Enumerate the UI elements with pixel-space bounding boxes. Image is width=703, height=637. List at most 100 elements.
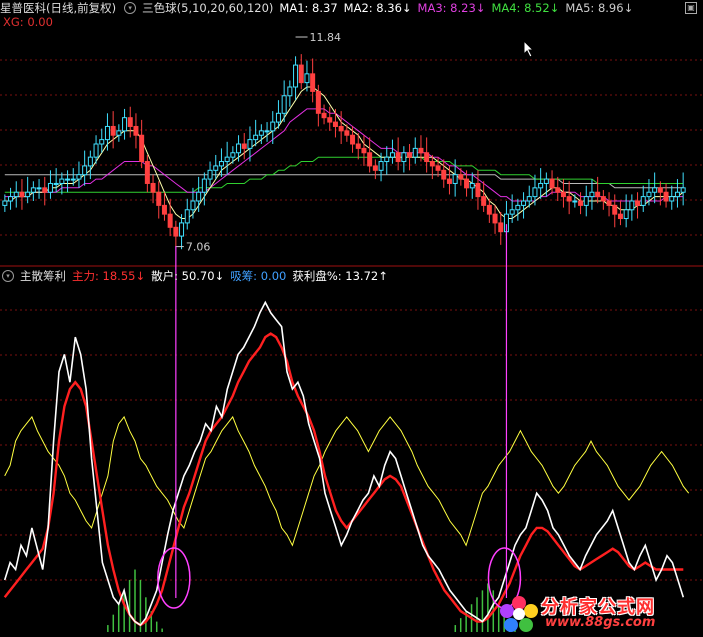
candle-body <box>515 204 521 211</box>
candle-body <box>59 178 65 184</box>
candle-body <box>327 117 333 123</box>
candle-body <box>663 191 669 202</box>
ma5-value: MA5: 8.96↓ <box>565 1 634 15</box>
candle-body <box>213 165 219 171</box>
chart-canvas: 11.84 7.06 <box>0 31 703 632</box>
main-force-value: 主力: 18.55↓ <box>72 269 146 283</box>
candle-body <box>344 130 350 136</box>
candle-body <box>270 121 276 132</box>
candle-body <box>201 178 207 193</box>
candle-body <box>76 174 82 180</box>
candle-body <box>218 161 224 167</box>
candle-body <box>25 191 31 198</box>
candle-body <box>372 165 378 171</box>
candle-body <box>378 161 384 171</box>
candle-body <box>595 191 601 198</box>
candle-body <box>657 187 663 193</box>
candle-body <box>173 226 179 237</box>
candle-body <box>652 187 658 193</box>
ma-line-ma_magenta <box>4 108 684 202</box>
ma4-value: MA4: 8.52↓ <box>491 1 560 15</box>
candle-body <box>441 169 447 180</box>
candle-body <box>315 90 321 114</box>
candle-body <box>572 200 578 203</box>
candle-body <box>236 143 242 154</box>
candle-body <box>122 117 128 132</box>
top-header: 星普医科(日线,前复权) ▾ 三色球(5,10,20,60,120) MA1: … <box>0 0 639 16</box>
candle-body <box>87 156 93 167</box>
candle-body <box>640 196 646 206</box>
candle-body <box>481 196 487 206</box>
candle-body <box>424 152 430 163</box>
candle-body <box>47 182 53 193</box>
candle-body <box>361 147 367 154</box>
candle-body <box>395 152 401 163</box>
candle-body <box>458 174 464 180</box>
candle-body <box>161 204 167 215</box>
candle-body <box>566 196 572 202</box>
bottom-header: ▾ 主散筹利 主力: 18.55↓ 散户: 50.70↓ 吸筹: 0.00 获利… <box>0 268 394 284</box>
candle-body <box>555 187 561 193</box>
candle-body <box>93 143 99 158</box>
candle-body <box>646 191 652 198</box>
candle-body <box>13 191 19 198</box>
candle-body <box>407 152 413 158</box>
retail-value: 散户: 50.70↓ <box>151 269 225 283</box>
candle-body <box>150 182 156 193</box>
candle-body <box>133 125 139 136</box>
candle-body <box>19 191 25 198</box>
ma3-value: MA3: 8.23↓ <box>417 1 486 15</box>
candle-body <box>230 152 236 158</box>
high-price-label: 11.84 <box>310 31 342 44</box>
candle-body <box>560 191 566 198</box>
profit-value: 获利盘%: 13.72↑ <box>292 269 388 283</box>
candle-body <box>464 178 470 189</box>
candle-body <box>509 209 515 215</box>
candle-body <box>264 130 270 133</box>
candle-body <box>298 64 304 84</box>
candle-body <box>281 95 287 114</box>
indicator-name: 三色球(5,10,20,60,120) <box>142 1 274 15</box>
candle-body <box>589 191 595 198</box>
candle-body <box>623 209 629 220</box>
candle-body <box>241 143 247 149</box>
candle-body <box>127 117 133 127</box>
sub-indicator-title: 主散筹利 <box>20 269 66 283</box>
stock-title: 星普医科(日线,前复权) <box>0 1 117 15</box>
candle-body <box>384 156 390 163</box>
candle-body <box>521 200 527 206</box>
candle-body <box>275 112 281 123</box>
candle-body <box>600 196 606 202</box>
candle-body <box>452 174 458 184</box>
candle-body <box>418 147 424 154</box>
candle-body <box>629 200 635 211</box>
candle-body <box>367 152 373 167</box>
flower-logo-icon <box>500 596 538 632</box>
candle-body <box>578 200 584 206</box>
candle-body <box>486 204 492 215</box>
candle-body <box>253 134 259 141</box>
watermark: 分析家公式网 www.88gs.com <box>497 593 697 633</box>
candle-body <box>99 139 105 145</box>
candle-body <box>30 187 36 193</box>
candle-body <box>304 73 310 84</box>
candle-body <box>110 125 116 136</box>
candle-body <box>36 187 42 190</box>
window-toggle-icon[interactable]: ▣ <box>685 2 697 14</box>
dropdown-icon[interactable]: ▾ <box>2 270 14 282</box>
candle-body <box>167 213 173 228</box>
candle-body <box>196 191 202 202</box>
candle-body <box>538 182 544 189</box>
candle-body <box>429 161 435 167</box>
candle-body <box>258 130 264 136</box>
dropdown-icon[interactable]: ▾ <box>124 2 137 14</box>
ma2-value: MA2: 8.36↓ <box>343 1 412 15</box>
candle-body <box>310 73 316 92</box>
candle-body <box>412 147 418 158</box>
candle-body <box>82 165 88 176</box>
candle-body <box>8 196 14 202</box>
candle-body <box>669 196 675 202</box>
candle-body <box>247 139 253 149</box>
candle-body <box>53 182 59 185</box>
candle-body <box>179 222 185 237</box>
